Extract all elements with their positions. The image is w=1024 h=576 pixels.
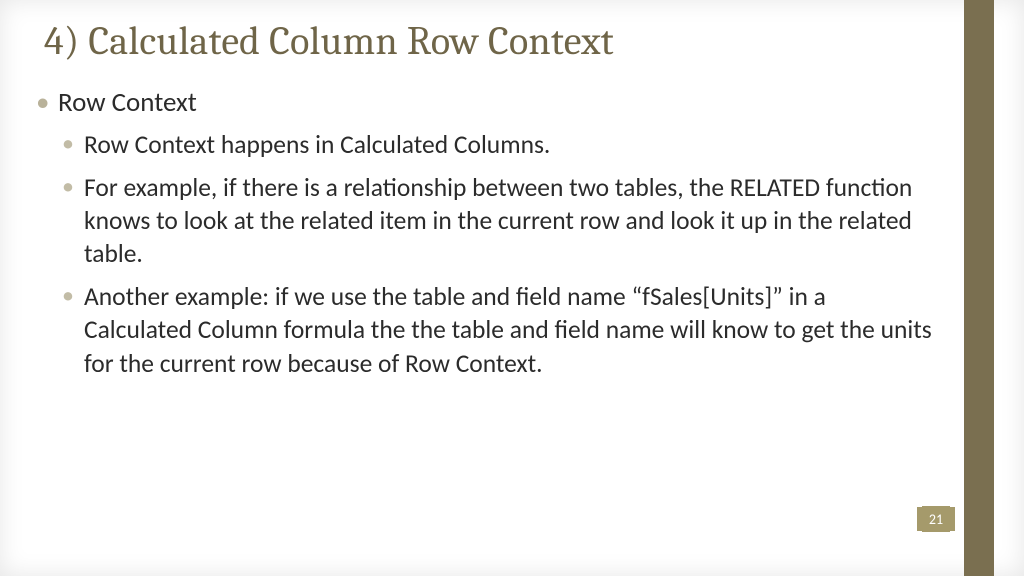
slide-content: Row Context Row Context happens in Calcu…: [36, 86, 934, 390]
bullet-level-1: Row Context: [36, 86, 934, 120]
page-number-badge: 21: [916, 506, 956, 532]
decorative-side-stripe: [964, 0, 994, 576]
bullet-level-2: Another example: if we use the table and…: [62, 280, 934, 379]
page-number: 21: [929, 511, 943, 528]
bracket-right-icon: [950, 506, 956, 532]
slide-title: 4) Calculated Column Row Context: [44, 18, 944, 64]
slide: 4) Calculated Column Row Context Row Con…: [0, 0, 1024, 576]
bullet-level-2: Row Context happens in Calculated Column…: [62, 128, 934, 161]
bullet-level-2: For example, if there is a relationship …: [62, 171, 934, 270]
bracket-left-icon: [916, 506, 922, 532]
